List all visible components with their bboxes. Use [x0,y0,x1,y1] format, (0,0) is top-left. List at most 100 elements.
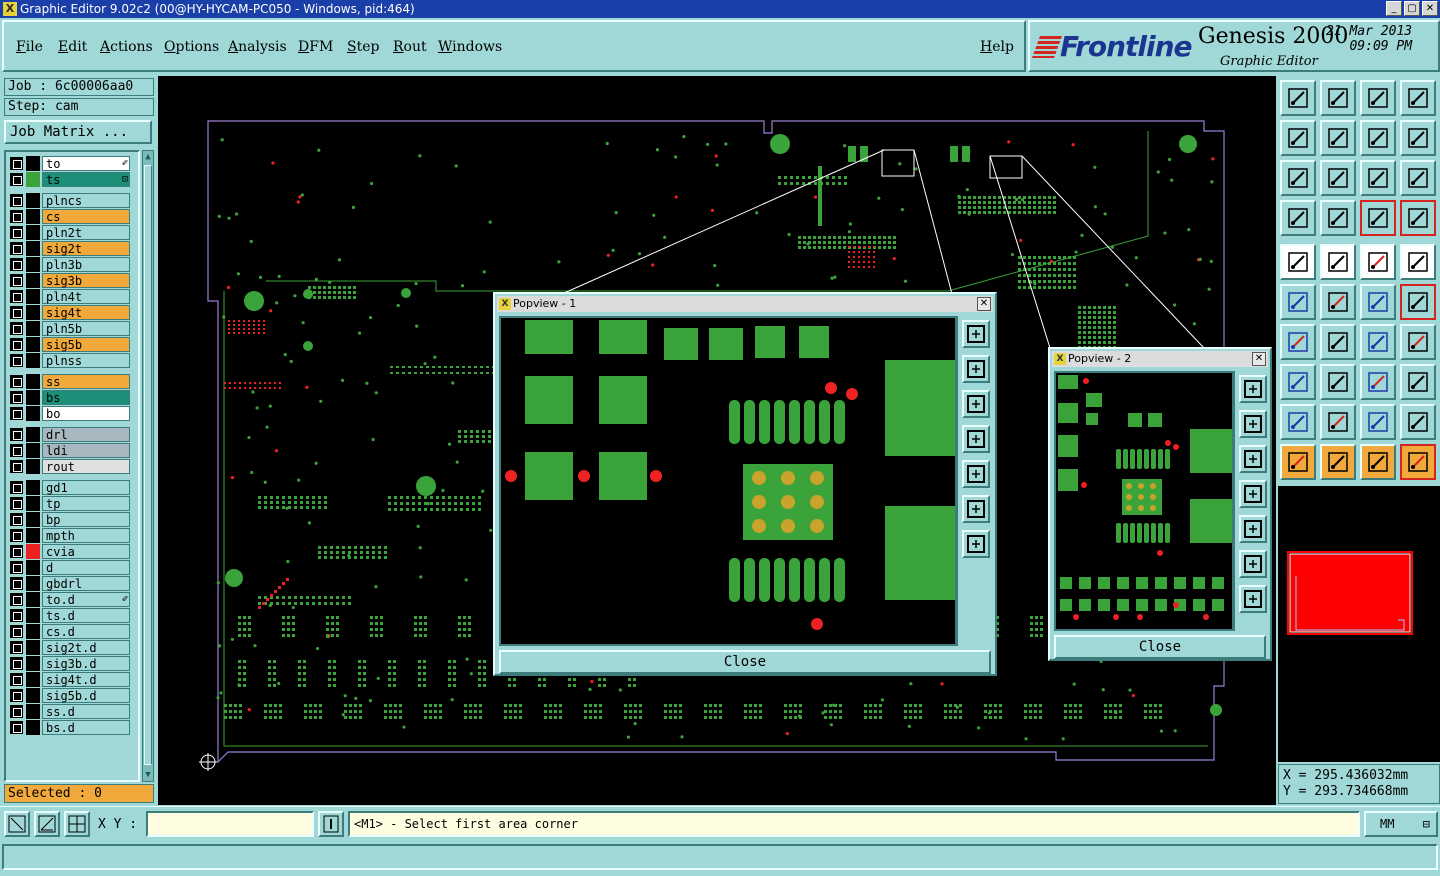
layer-name[interactable]: tp [42,496,130,511]
layer-name[interactable]: ts [42,172,130,187]
layer-row-ts[interactable]: ts ⊡ [8,172,138,187]
layer-checkbox[interactable] [10,242,23,255]
tool-triangle-button[interactable] [1280,404,1316,440]
layer-row-ss-d[interactable]: ss.d [8,704,138,719]
layer-name[interactable]: sig5b.d [42,688,130,703]
layer-name[interactable]: plncs [42,193,130,208]
tool-net-button[interactable] [1280,284,1316,320]
layer-name[interactable]: cvia [42,544,130,559]
overview-map[interactable] [1278,486,1440,762]
layer-checkbox[interactable] [10,210,23,223]
layer-row-cs-d[interactable]: cs.d [8,624,138,639]
layer-checkbox[interactable] [10,705,23,718]
layer-name[interactable]: cs [42,209,130,224]
tool-undo-zoom-button[interactable] [1360,120,1396,156]
tool-layer-props-button[interactable] [1280,200,1316,236]
layer-checkbox[interactable] [10,460,23,473]
layer-checkbox[interactable] [10,529,23,542]
layer-name[interactable]: ldi [42,443,130,458]
layer-color-swatch[interactable] [26,209,40,224]
layer-checkbox[interactable] [10,194,23,207]
job-matrix-button[interactable]: Job Matrix ... [4,120,152,144]
layer-color-swatch[interactable] [26,193,40,208]
layer-color-swatch[interactable] [26,688,40,703]
tool-center-button[interactable] [1320,160,1356,196]
tool-zoom-right-button[interactable] [1320,120,1356,156]
layer-color-swatch[interactable] [26,528,40,543]
popview-1-view[interactable] [499,316,957,646]
layer-checkbox[interactable] [10,428,23,441]
menu-rout[interactable]: Rout [393,39,427,55]
layer-row-cvia[interactable]: cvia [8,544,138,559]
layer-color-swatch[interactable] [26,374,40,389]
tool-cross-select-button[interactable] [1320,284,1356,320]
menu-help[interactable]: Help [980,39,1014,55]
layer-name[interactable]: pln3b [42,257,130,272]
popview-1-close-button[interactable]: Close [499,650,991,674]
tool-route-button[interactable] [1360,284,1396,320]
layer-checkbox[interactable] [10,173,23,186]
layer-color-swatch[interactable] [26,241,40,256]
layer-row-cs[interactable]: cs [8,209,138,224]
popview-tool-zoom-left-icon[interactable] [1239,480,1267,508]
layer-color-swatch[interactable] [26,592,40,607]
layer-checkbox[interactable] [10,689,23,702]
popview-tool-zoom-right-icon[interactable] [962,460,990,488]
tool-angle-button[interactable] [1280,324,1316,360]
layer-color-swatch[interactable] [26,656,40,671]
layer-row-to-d[interactable]: to.d ✐ [8,592,138,607]
layer-color-swatch[interactable] [26,672,40,687]
layer-row-sig2t-d[interactable]: sig2t.d [8,640,138,655]
layer-color-swatch[interactable] [26,225,40,240]
layer-name[interactable]: d [42,560,130,575]
layer-name[interactable]: bp [42,512,130,527]
scroll-down-arrow-icon[interactable]: ▼ [143,769,153,781]
layer-color-swatch[interactable] [26,390,40,405]
layer-color-swatch[interactable] [26,576,40,591]
layer-color-swatch[interactable] [26,337,40,352]
xy-input[interactable] [146,811,314,837]
layer-name[interactable]: sig2t.d [42,640,130,655]
layer-row-pln3b[interactable]: pln3b [8,257,138,272]
layer-row-sig5b[interactable]: sig5b [8,337,138,352]
layer-name[interactable]: sig3b [42,273,130,288]
layer-row-mpth[interactable]: mpth [8,528,138,543]
layer-name[interactable]: ss.d [42,704,130,719]
popview-2-view[interactable] [1054,371,1234,631]
layer-name[interactable]: sig3b.d [42,656,130,671]
popview-tool-save-icon[interactable] [962,390,990,418]
tool-open-step-button[interactable] [1280,80,1316,116]
layer-name[interactable]: plnss [42,353,130,368]
tool-fit-button[interactable] [1280,160,1316,196]
layer-checkbox[interactable] [10,481,23,494]
tool-ruler-button[interactable] [1360,244,1396,280]
layer-checkbox[interactable] [10,444,23,457]
layer-name[interactable]: sig4t [42,305,130,320]
layer-color-swatch[interactable] [26,427,40,442]
tool-pointer-button[interactable] [1280,444,1316,480]
popview-tool-zoom-window-icon[interactable] [1239,375,1267,403]
layer-row-plncs[interactable]: plncs [8,193,138,208]
layer-row-pln4t[interactable]: pln4t [8,289,138,304]
layer-color-swatch[interactable] [26,560,40,575]
layer-row-gbdrl[interactable]: gbdrl [8,576,138,591]
maximize-button[interactable]: ▢ [1404,1,1420,16]
menu-step[interactable]: Step [347,39,379,55]
layer-checkbox[interactable] [10,407,23,420]
window-titlebar[interactable]: X Graphic Editor 9.02c2 (00@HY-HYCAM-PC0… [0,0,1440,18]
layer-row-d[interactable]: d [8,560,138,575]
layer-checkbox[interactable] [10,258,23,271]
layer-row-sig4t-d[interactable]: sig4t.d [8,672,138,687]
layer-name[interactable]: ss [42,374,130,389]
tool-save-button[interactable] [1320,80,1356,116]
measure-mode-button[interactable] [4,811,30,837]
popview-2-titlebar[interactable]: X Popview - 2 ✕ [1052,351,1268,367]
minimize-button[interactable]: _ [1386,1,1402,16]
layer-row-bp[interactable]: bp [8,512,138,527]
layer-name[interactable]: rout [42,459,130,474]
layer-color-swatch[interactable] [26,353,40,368]
popview-tool-zoom-window-icon[interactable] [962,320,990,348]
layer-color-swatch[interactable] [26,624,40,639]
layer-row-tp[interactable]: tp [8,496,138,511]
layer-name[interactable]: bs [42,390,130,405]
